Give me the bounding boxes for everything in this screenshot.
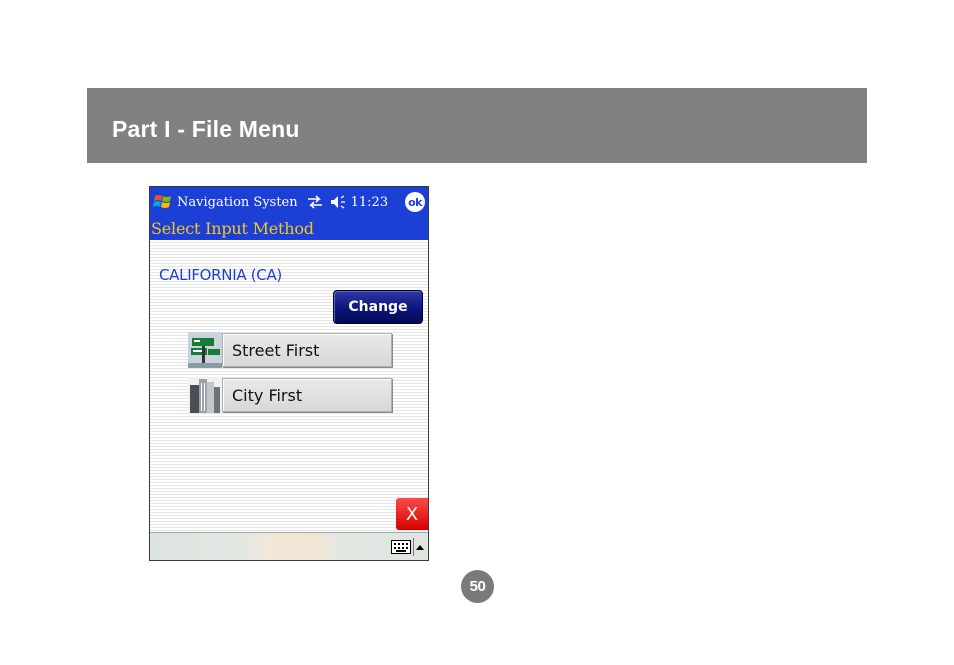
speaker-icon[interactable] — [330, 194, 348, 210]
keyboard-icon[interactable] — [391, 540, 411, 554]
page-number: 50 — [461, 570, 494, 603]
city-first-button[interactable]: City First — [222, 378, 392, 412]
street-sign-icon — [188, 332, 222, 368]
content-area: CALIFORNIA (CA) Change Street First City… — [150, 240, 428, 532]
clock[interactable]: 11:23 — [351, 195, 388, 210]
close-button[interactable]: X — [396, 498, 428, 530]
section-title: Part I - File Menu — [112, 116, 300, 142]
pda-screenshot: Navigation Systen 11:23 ok Select Input … — [149, 186, 429, 561]
change-button[interactable]: Change — [333, 290, 423, 324]
city-buildings-icon — [188, 377, 222, 413]
state-label: CALIFORNIA (CA) — [159, 266, 282, 284]
section-header-band: Part I - File Menu — [87, 88, 867, 163]
sip-bar — [150, 532, 428, 560]
ok-button[interactable]: ok — [405, 192, 425, 212]
taskbar: Navigation Systen 11:23 ok — [150, 187, 428, 217]
sync-arrows-icon[interactable] — [306, 194, 324, 210]
arrow-up-icon[interactable] — [413, 538, 426, 556]
screen-title: Select Input Method — [150, 217, 428, 240]
windows-flag-icon[interactable] — [152, 191, 174, 213]
street-first-button[interactable]: Street First — [222, 333, 392, 367]
city-first-option[interactable]: City First — [188, 377, 392, 413]
taskbar-title: Navigation Systen — [177, 194, 298, 210]
street-first-option[interactable]: Street First — [188, 332, 392, 368]
